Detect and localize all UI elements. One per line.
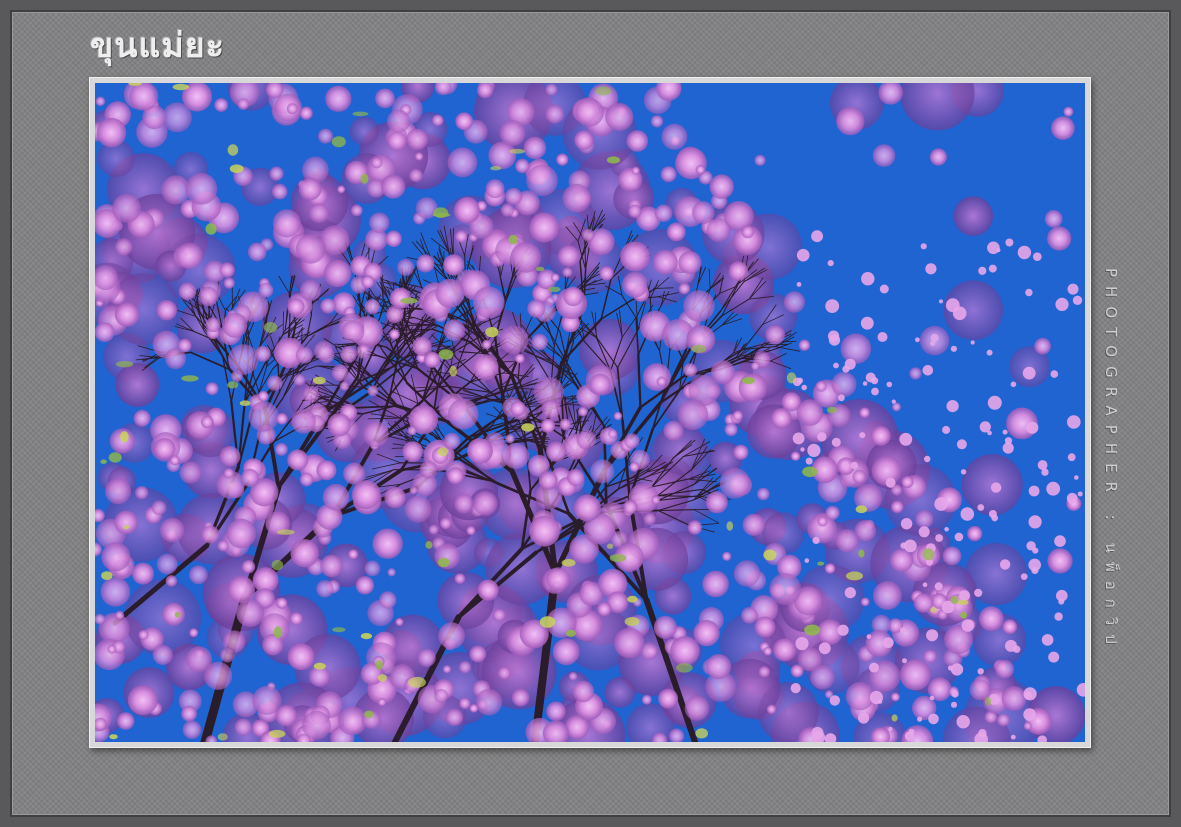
photographer-credit: PHOTOGRAPHER : นพ็อกวิป bbox=[1102, 268, 1120, 653]
page-title: ขุนแม่ยะ bbox=[90, 26, 225, 66]
blossom-illustration bbox=[95, 83, 1085, 742]
photo-border bbox=[89, 77, 1091, 748]
outer-frame: ขุนแม่ยะ PHOTOGRAPHER: นพ็อกวิป bbox=[0, 0, 1181, 827]
blossom-photo bbox=[95, 83, 1085, 742]
